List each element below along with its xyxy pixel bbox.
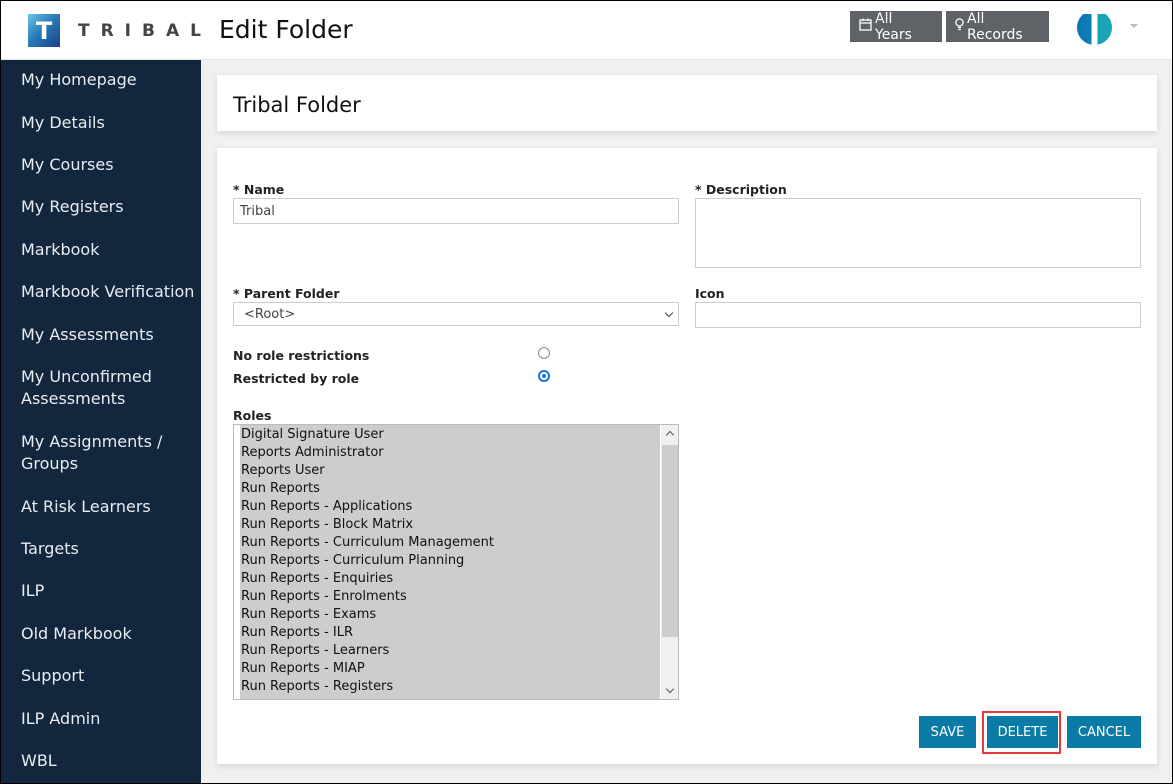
sidebar-item-my-unconfirmed-assessments[interactable]: My Unconfirmed Assessments [0, 366, 201, 410]
top-header: T TRIBAL Edit Folder All Years All Recor… [0, 0, 1173, 60]
delete-button[interactable]: DELETE [987, 716, 1058, 748]
roles-listbox[interactable]: Digital Signature User Reports Administra… [233, 424, 679, 700]
restricted-by-role-label: Restricted by role [233, 371, 360, 386]
role-option[interactable]: Run Reports - Exams [240, 606, 661, 624]
icon-label: Icon [695, 286, 725, 301]
tribal-logo[interactable]: T TRIBAL [28, 14, 212, 47]
sidebar-item-my-courses[interactable]: My Courses [0, 154, 201, 176]
roles-label: Roles [233, 408, 272, 423]
parent-folder-select[interactable]: <Root> [233, 302, 679, 326]
user-avatar[interactable] [1077, 10, 1112, 45]
all-years-label: All Years [875, 10, 912, 43]
role-option[interactable]: Run Reports - MIAP [240, 660, 661, 678]
page-title: Edit Folder [219, 15, 353, 44]
sidebar-item-markbook[interactable]: Markbook [0, 239, 201, 261]
sidebar-item-my-assessments[interactable]: My Assessments [0, 324, 201, 346]
icon-input[interactable] [695, 302, 1141, 328]
logo-text: TRIBAL [78, 20, 212, 41]
restricted-by-role-radio[interactable] [538, 370, 550, 382]
all-years-button[interactable]: All Years [850, 10, 942, 43]
scroll-up-icon[interactable] [661, 425, 678, 442]
role-option[interactable]: Run Reports - Curriculum Management [240, 534, 661, 552]
chevron-down-icon[interactable] [1130, 24, 1138, 28]
sidebar-item-at-risk-learners[interactable]: At Risk Learners [0, 496, 201, 518]
folder-title: Tribal Folder [233, 93, 361, 117]
sidebar-item-my-homepage[interactable]: My Homepage [0, 69, 201, 91]
role-option[interactable]: Run Reports - Registers [240, 678, 661, 696]
scroll-down-icon[interactable] [661, 682, 678, 699]
sidebar-item-ilp-admin[interactable]: ILP Admin [0, 708, 201, 730]
lightbulb-icon [955, 18, 964, 35]
sidebar-item-markbook-verification[interactable]: Markbook Verification [0, 281, 201, 303]
no-role-restrictions-label: No role restrictions [233, 348, 370, 363]
role-option[interactable]: Digital Signature User [240, 426, 661, 444]
parent-folder-label: * Parent Folder [233, 286, 340, 301]
roles-options: Digital Signature User Reports Administra… [240, 425, 661, 699]
sidebar-item-wbl[interactable]: WBL [0, 750, 201, 772]
parent-folder-value: <Root> [244, 306, 296, 322]
description-textarea[interactable] [695, 198, 1141, 268]
logo-mark-icon: T [28, 14, 60, 47]
all-records-label: All Records [967, 10, 1023, 43]
role-option[interactable]: Run Reports - Learners [240, 642, 661, 660]
sidebar-item-targets[interactable]: Targets [0, 538, 201, 560]
sidebar-item-my-registers[interactable]: My Registers [0, 196, 201, 218]
sidebar-item-my-assignments-groups[interactable]: My Assignments / Groups [0, 431, 201, 475]
role-option[interactable]: Run Reports - Enquiries [240, 570, 661, 588]
name-input[interactable]: Tribal [233, 198, 679, 224]
chevron-down-icon [664, 308, 674, 318]
description-label: * Description [695, 182, 787, 197]
calendar-icon [859, 18, 872, 35]
role-option[interactable]: Run Reports - Enrolments [240, 588, 661, 606]
edit-folder-form: * Name Tribal * Description * Parent Fol… [217, 148, 1157, 764]
roles-scrollbar[interactable] [660, 425, 678, 699]
role-option[interactable]: Run Reports - Block Matrix [240, 516, 661, 534]
role-option[interactable]: Run Reports - Applications [240, 498, 661, 516]
sidebar-item-my-details[interactable]: My Details [0, 112, 201, 134]
role-option[interactable]: Run Reports - ILR [240, 624, 661, 642]
sidebar-nav: My Homepage My Details My Courses My Reg… [0, 60, 201, 784]
role-option[interactable]: Run Reports [240, 480, 661, 498]
name-label: * Name [233, 182, 285, 197]
sidebar-item-support[interactable]: Support [0, 665, 201, 687]
role-option[interactable]: Run Reports - Curriculum Planning [240, 552, 661, 570]
save-button[interactable]: SAVE [919, 716, 976, 748]
cancel-button[interactable]: CANCEL [1067, 716, 1141, 748]
role-option[interactable]: Reports Administrator [240, 444, 661, 462]
sidebar-item-ilp[interactable]: ILP [0, 580, 201, 602]
sidebar-item-old-markbook[interactable]: Old Markbook [0, 623, 201, 645]
scrollbar-thumb[interactable] [662, 445, 678, 637]
folder-title-card: Tribal Folder [217, 75, 1157, 131]
all-records-button[interactable]: All Records [946, 10, 1049, 43]
no-role-restrictions-radio[interactable] [538, 347, 550, 359]
role-option[interactable]: Reports User [240, 462, 661, 480]
